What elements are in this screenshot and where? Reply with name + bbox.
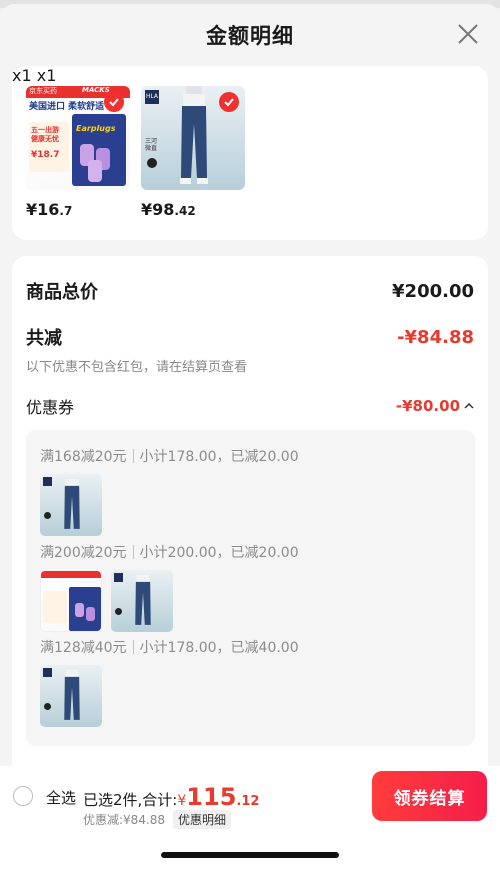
jeans-model-figure: [135, 574, 151, 625]
brand-badge: [43, 477, 52, 486]
total-label: 商品总价: [26, 282, 98, 303]
coupon-line: 满128减40元 小计178.00，已减40.00: [40, 637, 299, 657]
image-tag: 三河 微直: [145, 138, 158, 152]
product-quantity: x1: [36, 66, 57, 85]
coupon-value-wrap: -¥80.00: [396, 397, 474, 415]
chevron-up-icon[interactable]: [464, 402, 474, 410]
tag-dot: [44, 512, 51, 519]
coupon-product-earplugs: [40, 570, 102, 632]
coupon-rule: 满168减20元: [40, 449, 127, 465]
coupon-product-jeans: [111, 570, 173, 632]
divider: [132, 545, 134, 559]
close-icon[interactable]: [456, 22, 480, 46]
discount-detail-button[interactable]: 优惠明细: [173, 810, 232, 829]
reduce-label: 共减: [26, 328, 62, 349]
selected-products-card: 京东买药 MACKS 美国进口 柔软舒适 五一出游 健康无忧 ¥18.7 Ear…: [12, 66, 488, 240]
coupon-detail-box: 满168减20元 小计178.00，已减20.00 满200减20元 小计200.0…: [26, 430, 475, 746]
coupon-detail: 小计200.00，已减20.00: [139, 545, 299, 561]
image-headline: 美国进口 柔软舒适: [29, 102, 105, 112]
jeans-model-figure: [64, 669, 80, 720]
coupon-rule: 满128减40元: [40, 640, 127, 656]
tag-dot: [147, 158, 157, 168]
package-box: [69, 587, 101, 631]
coupon-product-jeans: [40, 665, 102, 727]
coupon-detail: 小计178.00，已减40.00: [139, 640, 299, 656]
divider: [132, 449, 134, 463]
selected-check-icon[interactable]: [219, 92, 239, 112]
coupon-rule: 满200减20元: [40, 545, 127, 561]
product-price: ¥16.7: [26, 200, 72, 219]
coupon-row[interactable]: 优惠券 -¥80.00: [26, 394, 474, 418]
coupon-line: 满168减20元 小计178.00，已减20.00: [40, 446, 299, 466]
jeans-model-figure: [64, 478, 80, 529]
product-price: ¥98.42: [141, 200, 196, 219]
amount-detail-sheet: 金额明细 京东买药 MACKS 美国进口 柔软舒适 五一出游 健康无忧 ¥18.…: [0, 4, 500, 870]
brand-badge: [43, 668, 52, 677]
checkout-button[interactable]: 领券结算: [372, 771, 487, 821]
sheet-title: 金额明细: [206, 24, 294, 48]
coupon-product-jeans: [40, 474, 102, 536]
divider: [132, 640, 134, 654]
price-summary-card: 商品总价 ¥200.00 共减 -¥84.88 以下优惠不包含红包，请在结算页查…: [12, 256, 488, 826]
select-all-radio[interactable]: [13, 786, 33, 806]
reduce-note: 以下优惠不包含红包，请在结算页查看: [26, 360, 248, 375]
promo-panel: [43, 591, 67, 623]
price-decimal: .42: [174, 204, 196, 218]
product-image-earplugs: 京东买药 MACKS 美国进口 柔软舒适 五一出游 健康无忧 ¥18.7 Ear…: [26, 86, 130, 190]
coupon-label: 优惠券: [26, 398, 75, 417]
reduce-value: -¥84.88: [397, 326, 474, 348]
product-image-jeans: HLA 三河 微直: [141, 86, 245, 190]
jeans-model-figure: [180, 86, 208, 184]
total-decimal: .12: [236, 794, 260, 809]
price-integer: ¥16: [26, 200, 60, 219]
tag-dot: [115, 608, 122, 615]
sheet-header: 金额明细: [0, 4, 500, 66]
total-currency: ¥: [177, 793, 187, 809]
promo-price: ¥18.7: [31, 150, 60, 160]
selected-text: 已选2件,合计:: [83, 791, 178, 809]
discount-line: 优惠减:¥84.88 优惠明细: [83, 810, 232, 829]
tag-dot: [44, 703, 51, 710]
total-integer: 115: [186, 783, 237, 811]
home-indicator: [161, 852, 339, 858]
coupon-value: -¥80.00: [395, 397, 460, 415]
product-quantity: x1: [12, 66, 32, 85]
image-banner: [41, 571, 101, 578]
promo-text: 五一出游 健康无忧: [31, 126, 59, 143]
product-item-earplugs[interactable]: 京东买药 MACKS 美国进口 柔软舒适 五一出游 健康无忧 ¥18.7 Ear…: [26, 86, 130, 219]
reduce-row: 共减 -¥84.88: [26, 324, 474, 350]
selected-total: 已选2件,合计: ¥ 115 .12: [83, 783, 259, 811]
image-banner-text: 京东买药: [29, 87, 57, 95]
price-integer: ¥98: [141, 200, 175, 219]
selected-check-icon[interactable]: [104, 92, 124, 112]
earplug-shape: [86, 607, 95, 621]
earplug-shape: [75, 603, 84, 617]
price-decimal: .7: [59, 204, 73, 218]
brand-logo-text: MACKS: [82, 86, 110, 94]
total-row: 商品总价 ¥200.00: [26, 278, 474, 304]
discount-text: 优惠减:¥84.88: [83, 813, 166, 827]
package-label: Earplugs: [76, 124, 116, 133]
select-all-label[interactable]: 全选: [46, 787, 76, 808]
total-value: ¥200.00: [392, 280, 474, 302]
earplug-shape: [88, 160, 102, 182]
brand-badge: [114, 573, 123, 582]
coupon-detail: 小计178.00，已减20.00: [139, 449, 299, 465]
coupon-line: 满200减20元 小计200.00，已减20.00: [40, 542, 299, 562]
brand-badge: HLA: [145, 90, 159, 104]
product-item-jeans[interactable]: HLA 三河 微直 ¥98.42: [141, 86, 245, 219]
